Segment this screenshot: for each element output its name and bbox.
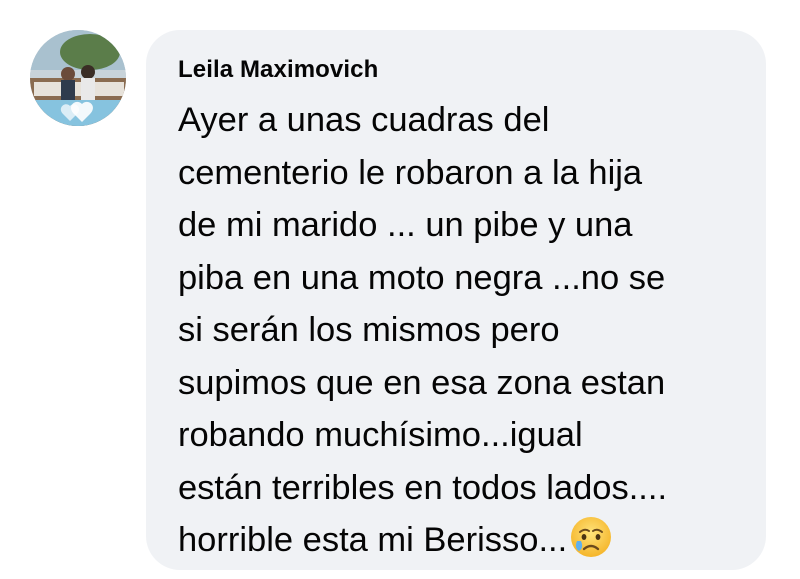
comment-line: están terribles en todos lados.... xyxy=(178,468,668,507)
comment-line: Ayer a unas cuadras del xyxy=(178,101,550,139)
comment-line: piba en una moto negra ...no se xyxy=(178,258,666,297)
comment-line: cementerio le robaron a la hija xyxy=(178,153,643,192)
comment-line: horrible esta mi Berisso... xyxy=(178,521,568,559)
avatar[interactable] xyxy=(30,30,126,126)
sad-but-relieved-face-icon xyxy=(569,515,613,559)
comment-author-name[interactable]: Leila Maximovich xyxy=(178,56,378,84)
comment-line: de mi marido ... un pibe y una xyxy=(178,206,633,244)
comment-text: Ayer a unas cuadras del cementerio le ro… xyxy=(178,94,758,567)
comment-line: si serán los mismos pero xyxy=(178,311,560,349)
comment-line: robando muchísimo...igual xyxy=(178,416,583,454)
comment-line: supimos que en esa zona estan xyxy=(178,363,666,402)
comment-last-line: horrible esta mi Berisso... xyxy=(178,514,758,567)
comment-thread: ​ Leila Maximovich Ayer a unas cuadras d… xyxy=(0,0,800,579)
profile-photo-icon xyxy=(30,30,126,126)
